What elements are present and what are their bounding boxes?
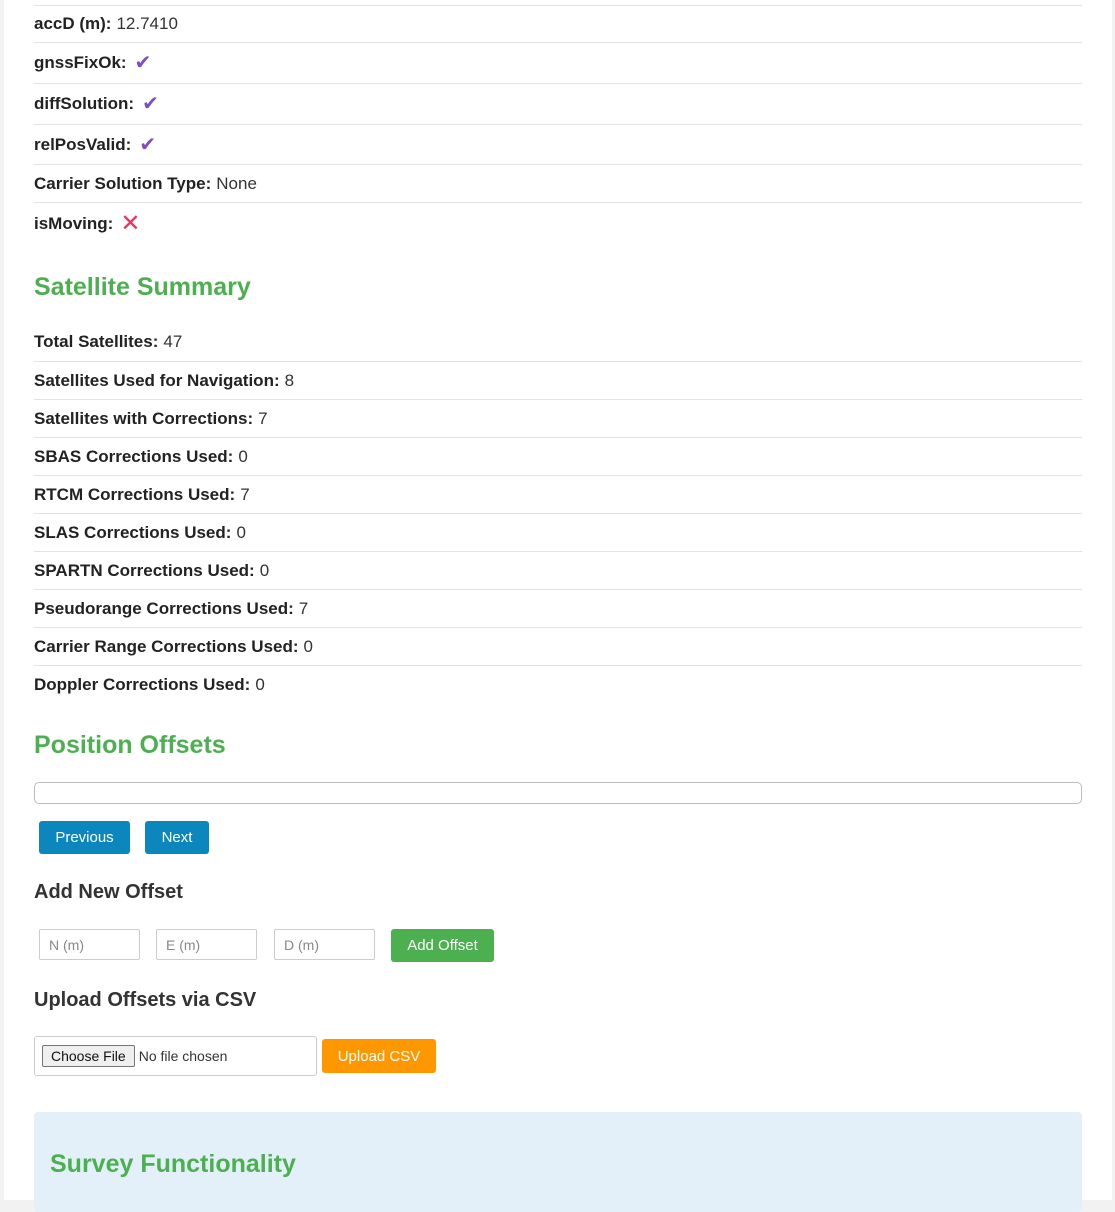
- item-label: SPARTN Corrections Used:: [34, 560, 255, 580]
- add-offset-button[interactable]: Add Offset: [391, 929, 494, 962]
- status-row-diff-solution: diffSolution: ✔: [34, 84, 1082, 125]
- status-row-carrier-solution: Carrier Solution Type: None: [34, 165, 1082, 203]
- item-label: SLAS Corrections Used:: [34, 522, 232, 542]
- status-row-gnss-fix-ok: gnssFixOk: ✔: [34, 43, 1082, 84]
- check-icon: ✔: [139, 133, 157, 156]
- item-label: Total Satellites:: [34, 332, 159, 351]
- survey-heading: Survey Functionality: [50, 1150, 296, 1178]
- check-icon: ✔: [134, 52, 152, 74]
- list-item: Total Satellites: 47: [34, 323, 1082, 362]
- add-offset-heading: Add New Offset: [34, 881, 183, 903]
- list-item: Pseudorange Corrections Used: 7: [34, 590, 1082, 628]
- survey-section: Survey Functionality: [34, 1112, 1082, 1212]
- upload-csv-heading: Upload Offsets via CSV: [34, 989, 257, 1011]
- e-offset-input[interactable]: E (m): [156, 929, 257, 960]
- item-label: Satellites with Corrections:: [34, 408, 254, 428]
- status-value: 12.7410: [116, 14, 178, 33]
- list-item: Satellites with Corrections: 7: [34, 400, 1082, 438]
- item-value: 7: [258, 408, 268, 428]
- status-row-is-moving: isMoving: ✕: [34, 203, 1082, 245]
- item-label: Carrier Range Corrections Used:: [34, 636, 299, 656]
- item-value: 7: [240, 484, 250, 504]
- status-value: None: [216, 173, 257, 193]
- cross-icon: ✕: [120, 210, 141, 237]
- item-value: 0: [236, 522, 246, 542]
- status-label: Carrier Solution Type:: [34, 173, 212, 193]
- status-list: accD (m): 12.7410 gnssFixOk: ✔ diffSolut…: [34, 6, 1082, 245]
- previous-button[interactable]: Previous: [39, 821, 130, 854]
- status-label: gnssFixOk:: [34, 53, 127, 72]
- item-value: 0: [303, 636, 313, 656]
- d-offset-input[interactable]: D (m): [274, 929, 375, 960]
- status-row-rel-pos-valid: relPosValid: ✔: [34, 125, 1082, 165]
- item-label: Satellites Used for Navigation:: [34, 370, 280, 390]
- position-offsets-heading: Position Offsets: [34, 731, 226, 759]
- item-label: Pseudorange Corrections Used:: [34, 598, 294, 618]
- status-label: diffSolution:: [34, 94, 135, 113]
- item-value: 8: [284, 370, 295, 390]
- list-item: SBAS Corrections Used: 0: [34, 438, 1082, 476]
- item-value: 0: [238, 446, 248, 466]
- list-item: SPARTN Corrections Used: 0: [34, 552, 1082, 590]
- item-label: SBAS Corrections Used:: [34, 446, 234, 466]
- item-value: 7: [298, 598, 309, 618]
- list-item: Doppler Corrections Used: 0: [34, 666, 1082, 703]
- status-row-accd: accD (m): 12.7410: [34, 6, 1082, 43]
- next-button[interactable]: Next: [145, 821, 209, 854]
- list-item: RTCM Corrections Used: 7: [34, 476, 1082, 514]
- choose-file-button[interactable]: Choose File: [42, 1045, 135, 1067]
- file-status-text: No file chosen: [138, 1048, 228, 1064]
- status-label: accD (m):: [34, 14, 112, 33]
- list-item: SLAS Corrections Used: 0: [34, 514, 1082, 552]
- status-label: isMoving:: [34, 214, 114, 233]
- list-item: Carrier Range Corrections Used: 0: [34, 628, 1082, 666]
- status-label: relPosValid:: [34, 134, 132, 154]
- list-item: Satellites Used for Navigation: 8: [34, 362, 1082, 400]
- satellite-summary-heading: Satellite Summary: [34, 273, 251, 301]
- n-offset-input[interactable]: N (m): [39, 929, 140, 960]
- offsets-progress-bar: [34, 782, 1082, 804]
- item-value: 47: [163, 332, 183, 351]
- item-label: RTCM Corrections Used:: [34, 484, 236, 504]
- satellite-summary-list: Total Satellites: 47 Satellites Used for…: [34, 323, 1082, 703]
- item-label: Doppler Corrections Used:: [34, 674, 251, 694]
- item-value: 0: [255, 674, 265, 694]
- csv-file-input[interactable]: Choose File No file chosen: [34, 1036, 317, 1076]
- upload-csv-button[interactable]: Upload CSV: [322, 1039, 436, 1073]
- check-icon: ✔: [142, 93, 159, 115]
- page: accD (m): 12.7410 gnssFixOk: ✔ diffSolut…: [4, 0, 1112, 1212]
- item-value: 0: [259, 560, 270, 580]
